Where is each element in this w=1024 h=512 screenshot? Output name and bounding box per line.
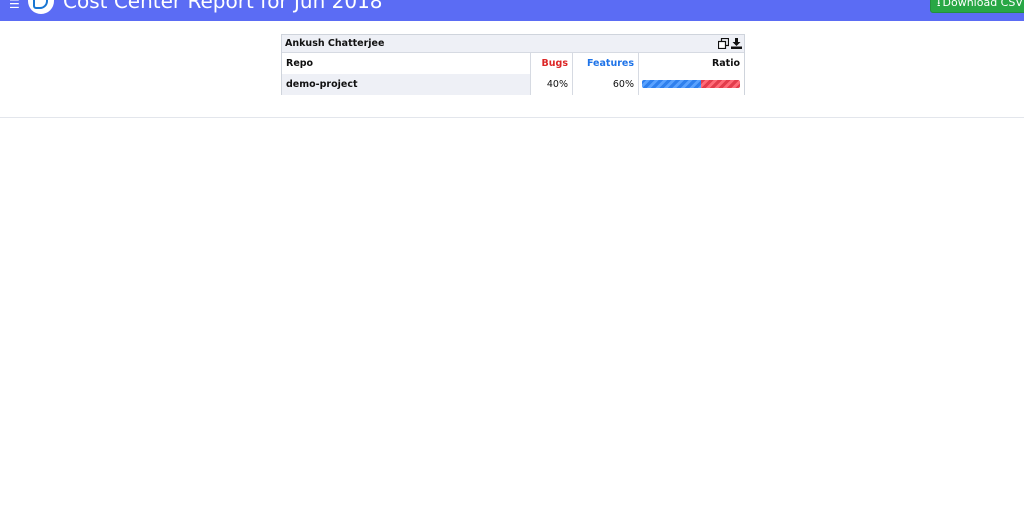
repo-column-header[interactable]: Repo xyxy=(282,53,530,74)
download-csv-label: Download CSV xyxy=(942,0,1023,9)
bugs-percent: 40% xyxy=(530,74,572,95)
features-column-header[interactable]: Features xyxy=(572,53,638,74)
copy-icon[interactable] xyxy=(718,38,729,49)
download-icon[interactable] xyxy=(731,38,742,49)
top-navbar: ☰ Cost Center Report for Jun 2018 ⭳ Downl… xyxy=(0,0,1024,21)
owner-name: Ankush Chatterjee xyxy=(285,38,385,49)
download-csv-button[interactable]: ⭳ Download CSV xyxy=(930,0,1024,13)
ratio-bar-bugs xyxy=(700,80,740,88)
ratio-bar xyxy=(642,80,740,88)
report-card: Ankush Chatterjee Repo Bugs Features Rat… xyxy=(281,34,745,95)
table-row: demo-project 40% 60% xyxy=(282,74,744,95)
repo-name: demo-project xyxy=(286,79,358,90)
ratio-column-header[interactable]: Ratio xyxy=(638,53,744,74)
content-divider xyxy=(0,117,1024,118)
ratio-bar-features xyxy=(642,80,701,88)
download-icon: ⭳ xyxy=(937,0,941,9)
hamburger-menu-icon[interactable]: ☰ xyxy=(9,0,21,10)
report-card-header: Ankush Chatterjee xyxy=(282,35,744,53)
app-logo[interactable] xyxy=(28,0,54,14)
table-header-row: Repo Bugs Features Ratio xyxy=(282,53,744,75)
features-percent: 60% xyxy=(572,74,638,95)
page-title: Cost Center Report for Jun 2018 xyxy=(63,0,383,13)
bugs-column-header[interactable]: Bugs xyxy=(530,53,572,74)
